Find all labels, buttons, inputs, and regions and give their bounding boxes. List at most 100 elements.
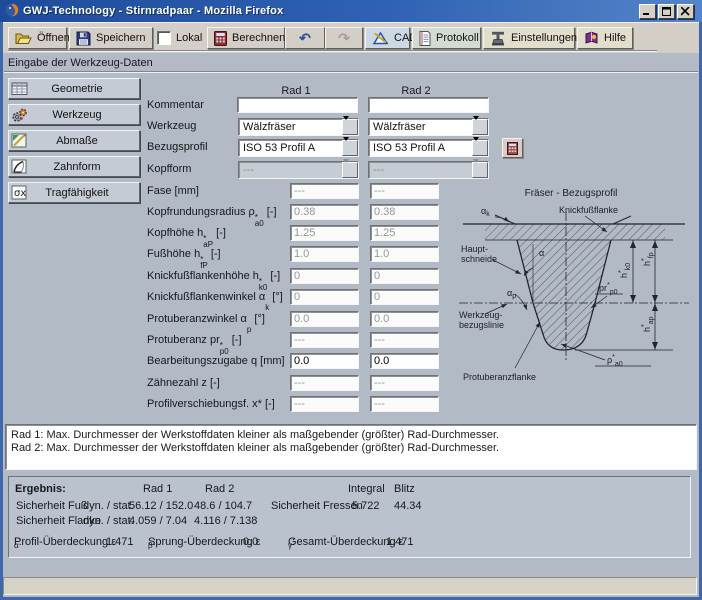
result-row-name: Sicherheit Fuß xyxy=(16,500,88,512)
toolbar-separator xyxy=(8,50,657,52)
label-kopfform: Kopfform xyxy=(147,162,191,177)
zaehnezahl-input-rad1 xyxy=(290,375,359,391)
help-button[interactable]: Hilfe xyxy=(577,27,633,49)
label-knickfussflankenhoehe: Knickfußflankenhöhe h*k0 [-] xyxy=(147,269,280,291)
chevron-down-icon[interactable] xyxy=(342,119,358,135)
gesamt-ueberdeckung-label: Gesamt-Überdeckung εγ: xyxy=(288,536,292,550)
result-flanke-rad2: 4.116 / 7.138 xyxy=(194,515,257,527)
save-button[interactable]: Speichern xyxy=(69,27,153,49)
protuberanzwinkel-input-rad1 xyxy=(290,311,359,327)
calculate-button[interactable]: Berechnen xyxy=(207,27,285,49)
column-header-rad1: Rad 1 xyxy=(261,85,331,97)
calculate-button-label: Berechnen xyxy=(232,32,285,44)
alpha-p-label: αp xyxy=(507,288,516,300)
kopfhoehe-input-rad1 xyxy=(290,225,359,241)
sidebar-item-zahnform[interactable]: Zahnform xyxy=(8,156,140,177)
press-icon xyxy=(490,31,506,46)
label-zaehnezahl: Zähnezahl z [-] xyxy=(147,376,220,391)
results-col-blitz: Blitz xyxy=(394,483,415,495)
bearbeitungszugabe-input-rad2[interactable] xyxy=(370,353,439,369)
gears-icon xyxy=(9,107,29,123)
warning-message-rad1: Rad 1: Max. Durchmesser der Werkstoffdat… xyxy=(11,429,499,441)
hauptschneide-label-2: schneide xyxy=(461,254,497,264)
redo-button[interactable]: ↷ xyxy=(325,27,363,49)
minimize-button[interactable] xyxy=(639,4,656,19)
sidebar-item-tragfaehigkeit[interactable]: σx Tragfähigkeit xyxy=(8,182,140,203)
save-button-label: Speichern xyxy=(96,32,146,44)
h-k0-dimension-label: h*k0 xyxy=(618,263,632,278)
document-icon xyxy=(419,31,431,46)
header-separator xyxy=(4,71,698,73)
bezugsprofil-select-rad2[interactable]: ISO 53 Profil A xyxy=(368,139,489,157)
label-bezugsprofil: Bezugsprofil xyxy=(147,140,208,155)
application-window: GWJ-Technology - Stirnradpaar - Mozilla … xyxy=(0,0,702,600)
undo-button[interactable]: ↶ xyxy=(285,27,325,49)
label-kopfrundungsradius: Kopfrundungsradius ρ*a0 [-] xyxy=(147,205,277,227)
kopfform-select-rad2: --- xyxy=(368,161,489,179)
knickfussflankenhoehe-input-rad1 xyxy=(290,268,359,284)
chevron-down-icon[interactable] xyxy=(472,140,488,156)
sidebar-item-label: Geometrie xyxy=(29,83,125,95)
protocol-button-label: Protokoll xyxy=(436,32,479,44)
result-fuss-rad2: 48.6 / 104.7 xyxy=(194,500,252,512)
kommentar-input-rad1[interactable] xyxy=(237,97,358,113)
werkzeugbezugslinie-label-1: Werkzeug- xyxy=(459,310,502,320)
hob-reference-profile-diagram: Fräser - Bezugsprofil xyxy=(455,184,695,384)
cad-button[interactable]: CAD xyxy=(365,27,410,49)
lokal-checkbox[interactable] xyxy=(157,31,171,45)
title-bar[interactable]: GWJ-Technology - Stirnradpaar - Mozilla … xyxy=(0,0,702,22)
grid-icon xyxy=(9,81,29,96)
h-ap-dimension-label: h*ap xyxy=(641,316,655,332)
bezugsprofil-calculator-button[interactable] xyxy=(502,138,523,158)
kopfrundungsradius-input-rad2 xyxy=(370,204,439,220)
result-fressen-name: Sicherheit Fressen xyxy=(271,500,363,512)
book-icon xyxy=(584,31,599,45)
knickfussflankenwinkel-input-rad1 xyxy=(290,289,359,305)
bezugsprofil-select-rad1[interactable]: ISO 53 Profil A xyxy=(238,139,359,157)
profilverschiebungsfaktor-input-rad1 xyxy=(290,396,359,412)
protuberanzflanke-label: Protuberanzflanke xyxy=(463,372,536,382)
profil-ueberdeckung-value: 1.471 xyxy=(106,536,134,548)
label-knickfussflankenwinkel: Knickfußflankenwinkel αk [°] xyxy=(147,290,283,311)
fase-input-rad2 xyxy=(370,183,439,199)
redo-icon: ↷ xyxy=(338,31,350,45)
gesamt-ueberdeckung-value: 1.471 xyxy=(386,536,414,548)
alpha-label: α xyxy=(539,248,544,258)
chevron-down-icon xyxy=(472,162,488,178)
bearbeitungszugabe-input-rad1[interactable] xyxy=(290,353,359,369)
settings-button[interactable]: Einstellungen xyxy=(483,27,575,49)
result-fressen-blitz: 44.34 xyxy=(394,500,422,512)
chevron-down-icon[interactable] xyxy=(472,119,488,135)
sidebar-item-werkzeug[interactable]: Werkzeug xyxy=(8,104,140,125)
window-border-left xyxy=(0,22,3,600)
results-heading: Ergebnis: xyxy=(15,483,66,495)
result-fuss-rad1: 56.12 / 152.0 xyxy=(129,500,193,512)
result-fressen-integral: 5.722 xyxy=(352,500,380,512)
fase-input-rad1 xyxy=(290,183,359,199)
chevron-down-icon[interactable] xyxy=(342,140,358,156)
protocol-button[interactable]: Protokoll xyxy=(412,27,481,49)
status-bar xyxy=(3,577,697,595)
sidebar-item-abmasse[interactable]: Abmaße xyxy=(8,130,140,151)
window-title: GWJ-Technology - Stirnradpaar - Mozilla … xyxy=(23,5,283,17)
werkzeug-select-rad1[interactable]: Wälzfräser xyxy=(238,118,359,136)
maximize-button[interactable] xyxy=(658,4,675,19)
results-col-integral: Integral xyxy=(348,483,385,495)
label-bearbeitungszugabe: Bearbeitungszugabe q [mm] xyxy=(147,354,285,369)
sidebar-item-geometrie[interactable]: Geometrie xyxy=(8,78,140,99)
open-button[interactable]: Öffnen xyxy=(8,27,67,49)
hauptschneide-label-1: Haupt- xyxy=(461,244,488,254)
open-folder-icon xyxy=(15,31,32,45)
werkzeug-select-rad2[interactable]: Wälzfräser xyxy=(368,118,489,136)
alpha-k-label: αk xyxy=(481,206,490,218)
label-protuberanzwinkel: Protuberanzwinkel αp [°] xyxy=(147,312,265,333)
kopfrundungsradius-input-rad1 xyxy=(290,204,359,220)
label-protuberanz: Protuberanz pr*p0 [-] xyxy=(147,333,242,355)
kommentar-input-rad2[interactable] xyxy=(368,97,489,113)
sprung-ueberdeckung-value: 0.0 xyxy=(243,536,258,548)
column-header-rad2: Rad 2 xyxy=(381,85,451,97)
close-button[interactable] xyxy=(677,4,694,19)
fusshoehe-input-rad1 xyxy=(290,246,359,262)
result-row-mode: dyn. / stat. xyxy=(83,515,134,527)
label-werkzeug: Werkzeug xyxy=(147,119,196,134)
